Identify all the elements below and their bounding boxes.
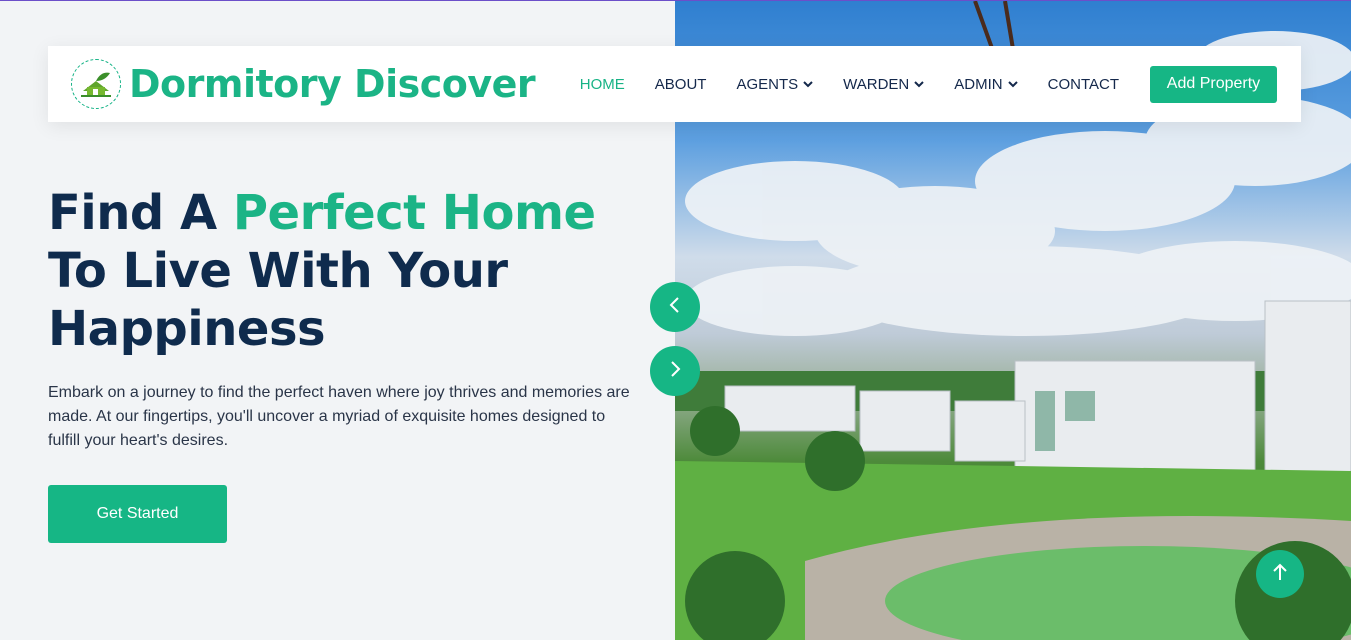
- add-property-button[interactable]: Add Property: [1150, 65, 1277, 103]
- nav-agents[interactable]: AGENTS: [736, 76, 813, 93]
- chevron-down-icon: [803, 80, 813, 88]
- main-nav: HOME ABOUT AGENTS WARDEN ADMIN CONTACT A…: [580, 65, 1277, 103]
- nav-admin-label: ADMIN: [954, 75, 1003, 93]
- carousel-prev-button[interactable]: [650, 282, 700, 332]
- back-to-top-button[interactable]: [1256, 550, 1304, 598]
- chevron-down-icon: [914, 80, 924, 88]
- hero-title-accent: Perfect Home: [232, 185, 596, 241]
- nav-about[interactable]: ABOUT: [655, 76, 707, 93]
- get-started-button[interactable]: Get Started: [48, 485, 227, 543]
- nav-warden[interactable]: WARDEN: [843, 76, 924, 93]
- chevron-right-icon: [668, 360, 682, 383]
- nav-agents-label: AGENTS: [736, 75, 799, 93]
- hero-description: Embark on a journey to find the perfect …: [48, 384, 630, 449]
- brand-name: Dormitory Discover: [129, 62, 536, 106]
- arrow-up-icon: [1272, 562, 1288, 587]
- nav-warden-label: WARDEN: [843, 75, 910, 93]
- top-navbar: Dormitory Discover HOME ABOUT AGENTS WAR…: [48, 46, 1301, 122]
- brand[interactable]: Dormitory Discover: [71, 59, 536, 109]
- nav-contact[interactable]: CONTACT: [1048, 76, 1119, 93]
- nav-home[interactable]: HOME: [580, 76, 625, 93]
- chevron-left-icon: [668, 296, 682, 319]
- nav-admin[interactable]: ADMIN: [954, 75, 1018, 93]
- carousel-next-button[interactable]: [650, 346, 700, 396]
- chevron-down-icon: [1007, 80, 1018, 88]
- nav-home-label: HOME: [579, 75, 625, 93]
- hero-title: Find A Perfect Home To Live With Your Ha…: [48, 184, 648, 358]
- nav-about-label: ABOUT: [654, 75, 707, 93]
- hero-title-part2: To Live With Your Happiness: [48, 243, 508, 357]
- home-leaf-logo-icon: [71, 59, 121, 109]
- nav-contact-label: CONTACT: [1047, 75, 1119, 93]
- hero-title-part1: Find A: [48, 185, 233, 241]
